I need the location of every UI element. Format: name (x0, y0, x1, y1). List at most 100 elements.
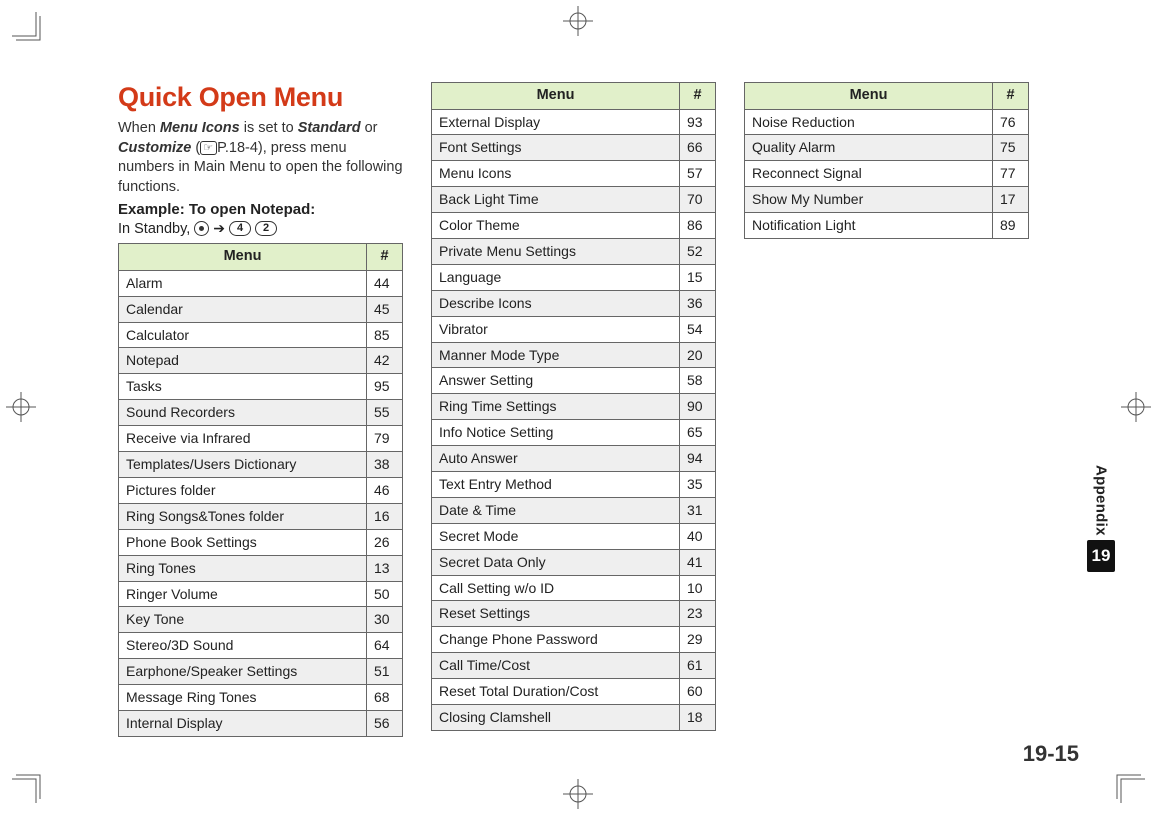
col-header-menu: Menu (745, 83, 993, 110)
menu-cell: Menu Icons (432, 161, 680, 187)
table-row: Describe Icons36 (432, 290, 716, 316)
menu-cell: Call Setting w/o ID (432, 575, 680, 601)
table-row: Private Menu Settings52 (432, 239, 716, 265)
num-cell: 17 (993, 187, 1029, 213)
num-cell: 44 (367, 270, 403, 296)
num-cell: 65 (680, 420, 716, 446)
crop-mark-bottom-left (12, 769, 46, 803)
table-row: Font Settings66 (432, 135, 716, 161)
menu-cell: Secret Data Only (432, 549, 680, 575)
table-row: Calculator85 (119, 322, 403, 348)
col-header-num: # (680, 83, 716, 110)
num-cell: 54 (680, 316, 716, 342)
center-key-icon (194, 221, 209, 236)
num-cell: 15 (680, 264, 716, 290)
num-cell: 64 (367, 633, 403, 659)
menu-cell: Quality Alarm (745, 135, 993, 161)
menu-cell: Info Notice Setting (432, 420, 680, 446)
num-cell: 26 (367, 529, 403, 555)
table-row: Answer Setting58 (432, 368, 716, 394)
num-cell: 35 (680, 472, 716, 498)
num-cell: 56 (367, 710, 403, 736)
table-row: Color Theme86 (432, 213, 716, 239)
table-row: Ring Tones13 (119, 555, 403, 581)
num-cell: 29 (680, 627, 716, 653)
table-row: Notepad42 (119, 348, 403, 374)
num-cell: 10 (680, 575, 716, 601)
menu-cell: Secret Mode (432, 523, 680, 549)
table-row: Text Entry Method35 (432, 472, 716, 498)
table-row: Earphone/Speaker Settings51 (119, 659, 403, 685)
table-row: Secret Data Only41 (432, 549, 716, 575)
column-1: Quick Open Menu When Menu Icons is set t… (118, 82, 403, 737)
num-cell: 36 (680, 290, 716, 316)
menu-table-3: Menu # Noise Reduction76Quality Alarm75R… (744, 82, 1029, 239)
menu-cell: Internal Display (119, 710, 367, 736)
num-cell: 45 (367, 296, 403, 322)
menu-cell: Auto Answer (432, 446, 680, 472)
menu-cell: Call Time/Cost (432, 653, 680, 679)
num-cell: 70 (680, 187, 716, 213)
table-row: Quality Alarm75 (745, 135, 1029, 161)
table-row: Phone Book Settings26 (119, 529, 403, 555)
table-row: Reconnect Signal77 (745, 161, 1029, 187)
table-row: Receive via Infrared79 (119, 426, 403, 452)
page-content: Quick Open Menu When Menu Icons is set t… (118, 82, 1048, 737)
num-cell: 89 (993, 213, 1029, 239)
num-cell: 16 (367, 503, 403, 529)
menu-cell: Answer Setting (432, 368, 680, 394)
menu-cell: Calculator (119, 322, 367, 348)
table-row: Change Phone Password29 (432, 627, 716, 653)
menu-cell: Font Settings (432, 135, 680, 161)
menu-cell: Receive via Infrared (119, 426, 367, 452)
column-3: Menu # Noise Reduction76Quality Alarm75R… (744, 82, 1029, 239)
num-cell: 38 (367, 452, 403, 478)
num-cell: 58 (680, 368, 716, 394)
table-row: Info Notice Setting65 (432, 420, 716, 446)
num-cell: 93 (680, 109, 716, 135)
num-cell: 18 (680, 705, 716, 731)
num-cell: 42 (367, 348, 403, 374)
table-row: Reset Total Duration/Cost60 (432, 679, 716, 705)
num-cell: 31 (680, 497, 716, 523)
menu-cell: Back Light Time (432, 187, 680, 213)
num-cell: 41 (680, 549, 716, 575)
column-2: Menu # External Display93Font Settings66… (431, 82, 716, 731)
num-cell: 57 (680, 161, 716, 187)
num-cell: 23 (680, 601, 716, 627)
col-header-num: # (993, 83, 1029, 110)
table-row: Alarm44 (119, 270, 403, 296)
emph-menu-icons: Menu Icons (160, 120, 240, 136)
table-row: Reset Settings23 (432, 601, 716, 627)
menu-table-1: Menu # Alarm44Calendar45Calculator85Note… (118, 243, 403, 737)
menu-table-2: Menu # External Display93Font Settings66… (431, 82, 716, 731)
num-cell: 50 (367, 581, 403, 607)
table-row: Notification Light89 (745, 213, 1029, 239)
menu-cell: Closing Clamshell (432, 705, 680, 731)
table-row: Menu Icons57 (432, 161, 716, 187)
menu-cell: Text Entry Method (432, 472, 680, 498)
table-row: Language15 (432, 264, 716, 290)
menu-cell: Reconnect Signal (745, 161, 993, 187)
menu-cell: Templates/Users Dictionary (119, 452, 367, 478)
keypad-2-icon: 2 (255, 221, 277, 236)
num-cell: 51 (367, 659, 403, 685)
crossref-icon: ☞ (200, 141, 217, 155)
menu-cell: Ring Time Settings (432, 394, 680, 420)
table-row: Call Setting w/o ID10 (432, 575, 716, 601)
menu-cell: Date & Time (432, 497, 680, 523)
menu-cell: Ringer Volume (119, 581, 367, 607)
intro-text: When Menu Icons is set to Standard or Cu… (118, 119, 403, 197)
table-row: Secret Mode40 (432, 523, 716, 549)
table-row: Stereo/3D Sound64 (119, 633, 403, 659)
menu-cell: Ring Tones (119, 555, 367, 581)
crop-mark-bottom-right (1111, 769, 1145, 803)
menu-cell: Pictures folder (119, 477, 367, 503)
table-row: Ring Songs&Tones folder16 (119, 503, 403, 529)
registration-mark-top (563, 6, 593, 36)
chapter-number-badge: 19 (1087, 540, 1115, 572)
table-row: Key Tone30 (119, 607, 403, 633)
table-row: Auto Answer94 (432, 446, 716, 472)
menu-cell: Sound Recorders (119, 400, 367, 426)
num-cell: 61 (680, 653, 716, 679)
